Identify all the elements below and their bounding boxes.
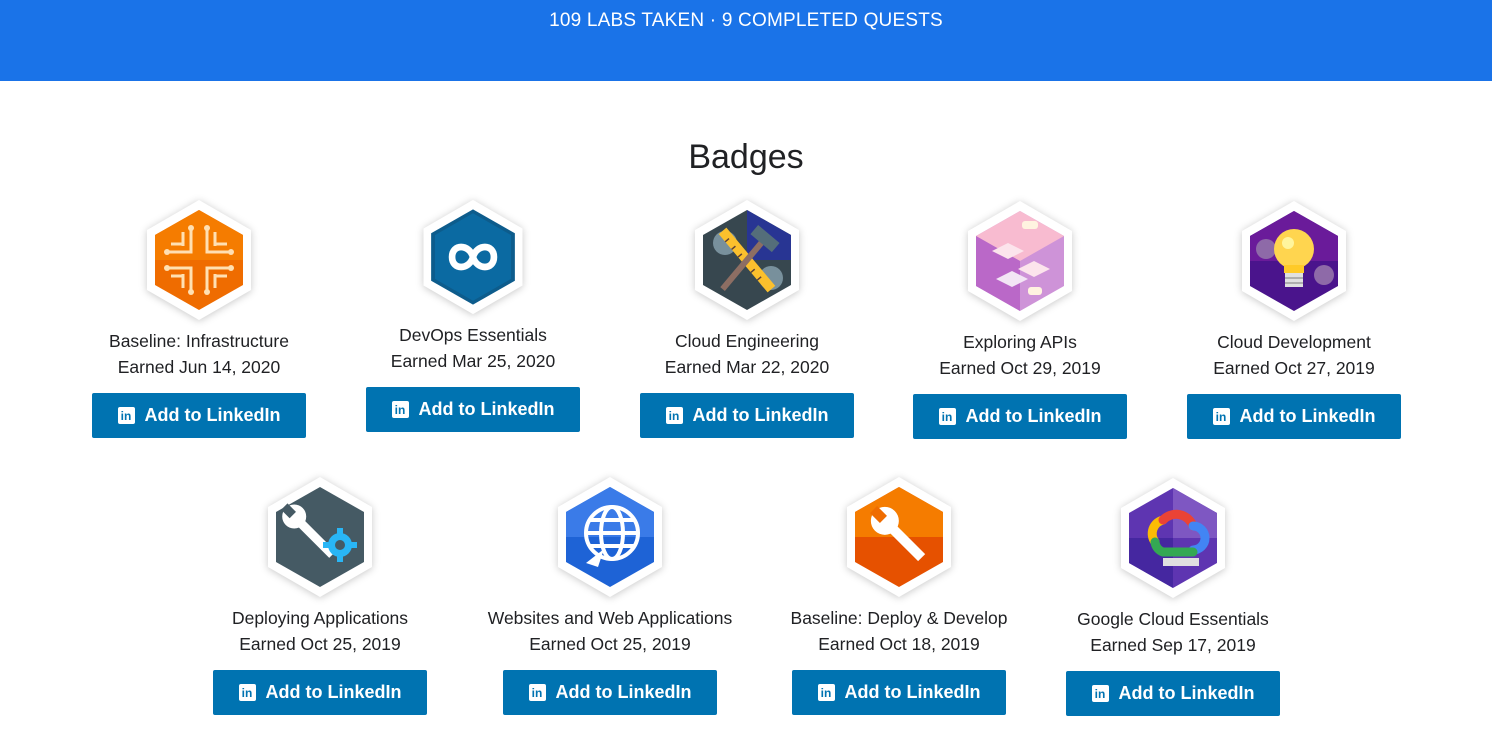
- stats-text: 109 LABS TAKEN · 9 COMPLETED QUESTS: [549, 10, 943, 31]
- badge-card: Baseline: Infrastructure Earned Jun 14, …: [69, 198, 329, 438]
- badge-name: Google Cloud Essentials: [1077, 609, 1269, 629]
- badge-card: Cloud Engineering Earned Mar 22, 2020 in…: [617, 198, 877, 438]
- badge-name: Baseline: Deploy & Develop: [790, 608, 1008, 628]
- globe-icon: [558, 477, 662, 597]
- stats-banner: 109 LABS TAKEN · 9 COMPLETED QUESTS: [0, 0, 1492, 81]
- badge-earned-date: Earned Oct 27, 2019: [1213, 358, 1375, 378]
- badge-name: DevOps Essentials: [399, 325, 547, 345]
- add-to-linkedin-button[interactable]: in Add to LinkedIn: [640, 393, 854, 438]
- badge-name: Deploying Applications: [231, 608, 409, 628]
- add-to-linkedin-button[interactable]: in Add to LinkedIn: [503, 670, 717, 715]
- button-label: Add to LinkedIn: [965, 406, 1102, 426]
- badge-card: Google Cloud Essentials Earned Sep 17, 2…: [1043, 476, 1303, 716]
- badge-card: Websites and Web Applications Earned Oct…: [480, 475, 740, 715]
- linkedin-icon: in: [528, 684, 546, 701]
- badge-earned-date: Earned Oct 29, 2019: [939, 358, 1101, 378]
- linkedin-icon: in: [1212, 408, 1230, 425]
- badge-name: Websites and Web Applications: [487, 608, 733, 628]
- badge-card: Exploring APIs Earned Oct 29, 2019 in Ad…: [890, 199, 1150, 439]
- wrench-icon: [847, 477, 951, 597]
- linkedin-icon: in: [938, 408, 956, 425]
- lightbulb-icon: [1242, 201, 1346, 321]
- badge-earned-date: Earned Oct 25, 2019: [239, 634, 401, 654]
- badge-name: Exploring APIs: [963, 332, 1077, 352]
- button-label: Add to LinkedIn: [1239, 406, 1376, 426]
- badge-card: Cloud Development Earned Oct 27, 2019 in…: [1164, 199, 1424, 439]
- badge-earned-date: Earned Oct 18, 2019: [818, 634, 980, 654]
- badge-earned-date: Earned Jun 14, 2020: [117, 357, 281, 377]
- badges-title: Badges: [688, 138, 804, 176]
- button-label: Add to LinkedIn: [144, 405, 281, 425]
- badge-card: DevOps Essentials Earned Mar 25, 2020 in…: [343, 198, 603, 432]
- add-to-linkedin-button[interactable]: in Add to LinkedIn: [913, 394, 1127, 439]
- add-to-linkedin-button[interactable]: in Add to LinkedIn: [213, 670, 427, 715]
- badge-card: Baseline: Deploy & Develop Earned Oct 18…: [769, 475, 1029, 715]
- add-to-linkedin-button[interactable]: in Add to LinkedIn: [1066, 671, 1280, 716]
- linkedin-icon: in: [117, 407, 135, 424]
- button-label: Add to LinkedIn: [692, 405, 829, 425]
- linkedin-icon: in: [238, 684, 256, 701]
- button-label: Add to LinkedIn: [265, 682, 402, 702]
- add-to-linkedin-button[interactable]: in Add to LinkedIn: [366, 387, 580, 432]
- add-to-linkedin-button[interactable]: in Add to LinkedIn: [792, 670, 1006, 715]
- badge-earned-date: Earned Sep 17, 2019: [1090, 635, 1256, 655]
- button-label: Add to LinkedIn: [844, 682, 981, 702]
- badge-earned-date: Earned Mar 25, 2020: [390, 351, 556, 371]
- linkedin-icon: in: [665, 407, 683, 424]
- badge-earned-date: Earned Mar 22, 2020: [664, 357, 830, 377]
- linkedin-icon: in: [1091, 685, 1109, 702]
- infinity-icon: [423, 199, 523, 315]
- button-label: Add to LinkedIn: [1118, 683, 1255, 703]
- badge-earned-date: Earned Oct 25, 2019: [529, 634, 691, 654]
- wrench-gear-icon: [268, 477, 372, 597]
- add-to-linkedin-button[interactable]: in Add to LinkedIn: [1187, 394, 1401, 439]
- linkedin-icon: in: [817, 684, 835, 701]
- button-label: Add to LinkedIn: [555, 682, 692, 702]
- hammer-ruler-icon: [695, 200, 799, 320]
- add-to-linkedin-button[interactable]: in Add to LinkedIn: [92, 393, 306, 438]
- linkedin-icon: in: [391, 401, 409, 418]
- cubes-icon: [968, 201, 1072, 321]
- button-label: Add to LinkedIn: [418, 399, 555, 419]
- badge-card: Deploying Applications Earned Oct 25, 20…: [190, 475, 450, 715]
- badge-name: Cloud Development: [1217, 332, 1371, 352]
- circuit-icon: [147, 200, 251, 320]
- badge-name: Baseline: Infrastructure: [109, 331, 289, 351]
- google-cloud-icon: [1121, 478, 1225, 598]
- badge-name: Cloud Engineering: [675, 331, 819, 351]
